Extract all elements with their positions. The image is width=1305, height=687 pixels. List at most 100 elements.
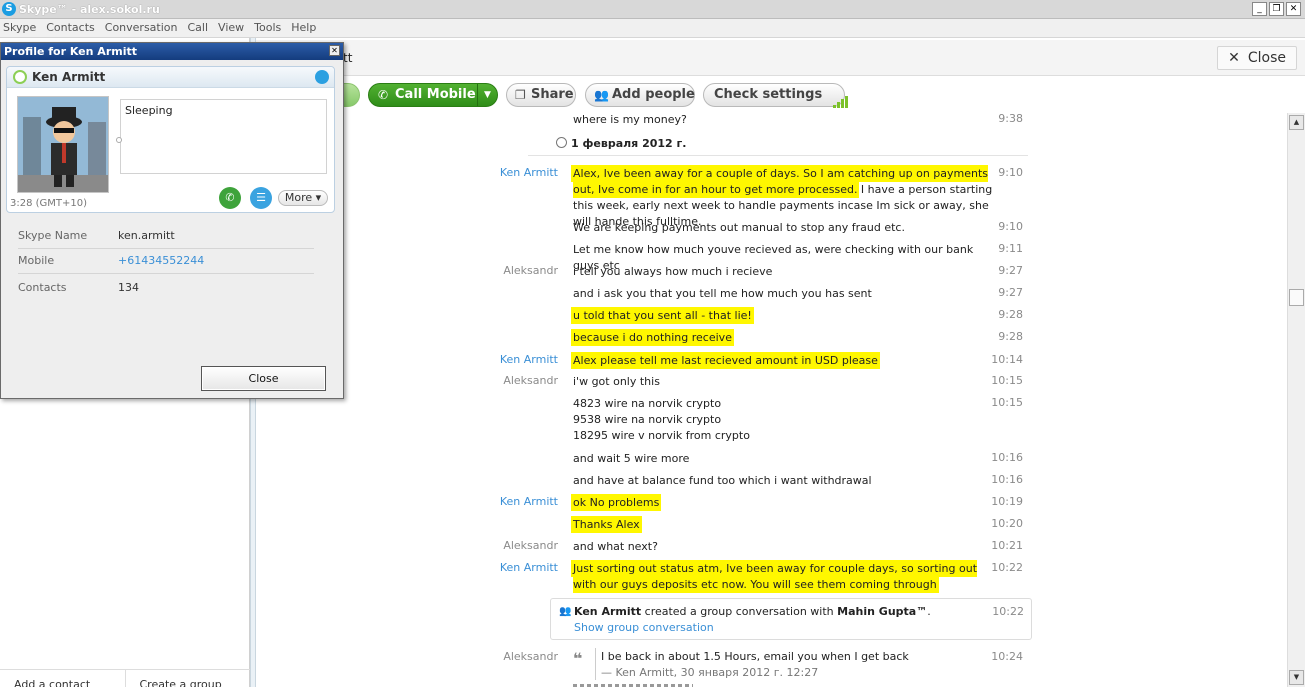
field-label: Mobile: [18, 254, 55, 267]
check-settings-button[interactable]: Check settings: [703, 83, 848, 108]
highlighted-text: Alex please tell me last recieved amount…: [573, 354, 878, 367]
message-author[interactable]: Aleksandr: [456, 539, 558, 552]
close-profile-button[interactable]: Close: [201, 366, 326, 391]
check-settings-label: Check settings: [714, 87, 823, 102]
message-row: Aleksandr i'w got only this 10:15: [256, 369, 1287, 391]
scroll-up-icon[interactable]: ▲: [1289, 115, 1304, 130]
message-text: Thanks Alex: [573, 517, 993, 533]
call-button[interactable]: ✆: [219, 187, 241, 209]
message-author[interactable]: Ken Armitt: [456, 561, 558, 574]
close-window-button[interactable]: ✕: [1286, 2, 1301, 16]
group-event-target: Mahin Gupta™: [837, 605, 928, 618]
message-time: 10:19: [991, 495, 1023, 508]
online-status-icon: [13, 70, 27, 84]
message-time: 9:11: [998, 242, 1023, 255]
message-time: 10:24: [991, 650, 1023, 663]
divider: [528, 155, 1028, 156]
more-button[interactable]: More ▾: [278, 190, 328, 206]
minimize-button[interactable]: _: [1252, 2, 1267, 16]
create-group-button[interactable]: Create a group: [124, 670, 251, 687]
quote-bar: [595, 648, 596, 680]
mobile-number-link[interactable]: +61434552244: [118, 254, 204, 267]
menu-bar: Skype Contacts Conversation Call View To…: [0, 19, 1305, 38]
highlighted-text: u told that you sent all - that lie!: [573, 309, 752, 322]
message-text: ok No problems: [573, 495, 993, 511]
message-row: We are keeping payments out manual to st…: [256, 215, 1287, 237]
message-row: Let me know how much youve recieved as, …: [256, 237, 1287, 272]
message-time: 9:28: [998, 330, 1023, 343]
message-author[interactable]: Ken Armitt: [456, 495, 558, 508]
share-label: Share: [531, 87, 574, 102]
menu-tools[interactable]: Tools: [254, 19, 281, 37]
close-icon: ✕: [1228, 50, 1240, 66]
group-conversation-event: 👥 Ken Armitt created a group conversatio…: [550, 598, 1032, 640]
video-icon[interactable]: [315, 70, 329, 84]
restore-button[interactable]: ❐: [1269, 2, 1284, 16]
menu-call[interactable]: Call: [188, 19, 209, 37]
message-text: and what next?: [573, 540, 658, 553]
add-contact-button[interactable]: Add a contact: [0, 670, 125, 687]
signal-strength-icon: [832, 86, 849, 108]
message-time: 9:10: [998, 220, 1023, 233]
message-time: 10:15: [991, 374, 1023, 387]
chat-button[interactable]: ☰: [250, 187, 272, 209]
highlighted-text: Thanks Alex: [573, 518, 640, 531]
mood-message: Sleeping: [120, 99, 327, 174]
message-text: and wait 5 wire more: [573, 452, 690, 465]
message-text: Just sorting out status atm, Ive been aw…: [573, 561, 993, 593]
chat-scrollbar[interactable]: ▲ ▼: [1287, 113, 1305, 687]
show-group-conversation-link[interactable]: Show group conversation: [574, 621, 714, 634]
call-mobile-button[interactable]: ✆ Call Mobile ▼: [368, 83, 498, 107]
profile-dialog-titlebar[interactable]: Profile for Ken Armitt ✕: [1, 43, 343, 60]
menu-help[interactable]: Help: [291, 19, 316, 37]
message-author[interactable]: Aleksandr: [456, 374, 558, 387]
add-people-button[interactable]: 👥 Add people: [585, 83, 695, 107]
message-time: 10:16: [991, 473, 1023, 486]
chevron-down-icon[interactable]: ▼: [477, 84, 497, 106]
contact-name: Ken Armitt: [32, 70, 106, 84]
message-time: 9:27: [998, 264, 1023, 277]
message-text: i'w got only this: [573, 375, 660, 388]
window-title: Skype™ - alex.sokol.ru: [19, 3, 160, 16]
message-author[interactable]: Ken Armitt: [456, 353, 558, 366]
avatar: [17, 96, 109, 193]
message-row: where is my money? 9:38: [256, 113, 1287, 129]
message-time: 10:21: [991, 539, 1023, 552]
highlighted-text: because i do nothing receive: [573, 331, 732, 344]
close-conversation-button[interactable]: ✕ Close: [1217, 46, 1297, 70]
message-author[interactable]: Ken Armitt: [456, 166, 558, 179]
field-value: ken.armitt: [118, 229, 175, 242]
quoted-message-meta: — Ken Armitt, 30 января 2012 г. 12:27: [601, 666, 819, 679]
profile-field-mobile: Mobile +61434552244: [18, 249, 314, 274]
message-row: and wait 5 wire more 10:16: [256, 446, 1287, 468]
field-label: Skype Name: [18, 229, 88, 242]
message-row: Aleksandr i tell you always how much i re…: [256, 259, 1287, 281]
message-text: and have at balance fund too which i wan…: [573, 474, 872, 487]
menu-view[interactable]: View: [218, 19, 244, 37]
message-time: 10:14: [991, 353, 1023, 366]
clock-icon: [556, 137, 567, 148]
message-time: 9:27: [998, 286, 1023, 299]
menu-contacts[interactable]: Contacts: [46, 19, 95, 37]
message-row: Thanks Alex 10:20: [256, 512, 1287, 534]
message-text: We are keeping payments out manual to st…: [573, 221, 905, 234]
message-text: 4823 wire na norvik crypto 9538 wire na n…: [573, 396, 993, 444]
message-line: 9538 wire na norvik crypto: [573, 413, 722, 426]
close-icon[interactable]: ✕: [329, 45, 340, 56]
menu-conversation[interactable]: Conversation: [105, 19, 178, 37]
scroll-thumb[interactable]: [1289, 289, 1304, 306]
message-author[interactable]: Aleksandr: [456, 264, 558, 277]
quoted-message-text: I be back in about 1.5 Hours, email you …: [601, 650, 909, 663]
share-button[interactable]: ❐ Share: [506, 83, 576, 107]
contact-card: Ken Armitt Sleeping ✆ ☰ More ▾ 3:28 (GMT…: [6, 66, 335, 213]
message-row: u told that you sent all - that lie! 9:28: [256, 303, 1287, 325]
message-row: and i ask you that you tell me how much …: [256, 281, 1287, 303]
contact-card-header: Ken Armitt: [7, 67, 334, 88]
skype-logo-icon: S: [2, 2, 16, 16]
message-row: Ken Armitt Alex please tell me last recie…: [256, 348, 1287, 370]
message-time: 9:38: [998, 113, 1023, 125]
menu-skype[interactable]: Skype: [3, 19, 36, 37]
group-event-text: Ken Armitt created a group conversation …: [574, 605, 931, 618]
message-author: Aleksandr: [503, 650, 558, 663]
scroll-down-icon[interactable]: ▼: [1289, 670, 1304, 685]
